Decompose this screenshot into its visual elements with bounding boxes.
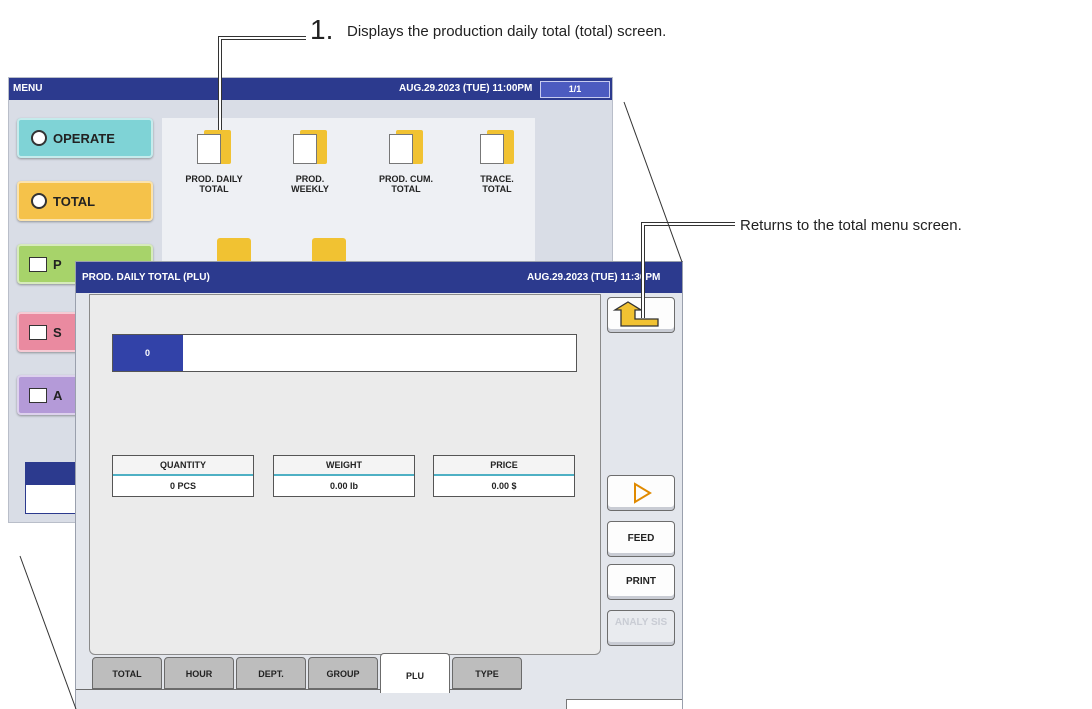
callout-2-text: Returns to the total menu screen. — [740, 217, 962, 234]
callout-1-number: 1. — [310, 14, 334, 45]
callout-1-text: Displays the production daily total (tot… — [347, 23, 667, 40]
callout-lines — [19, 36, 735, 709]
